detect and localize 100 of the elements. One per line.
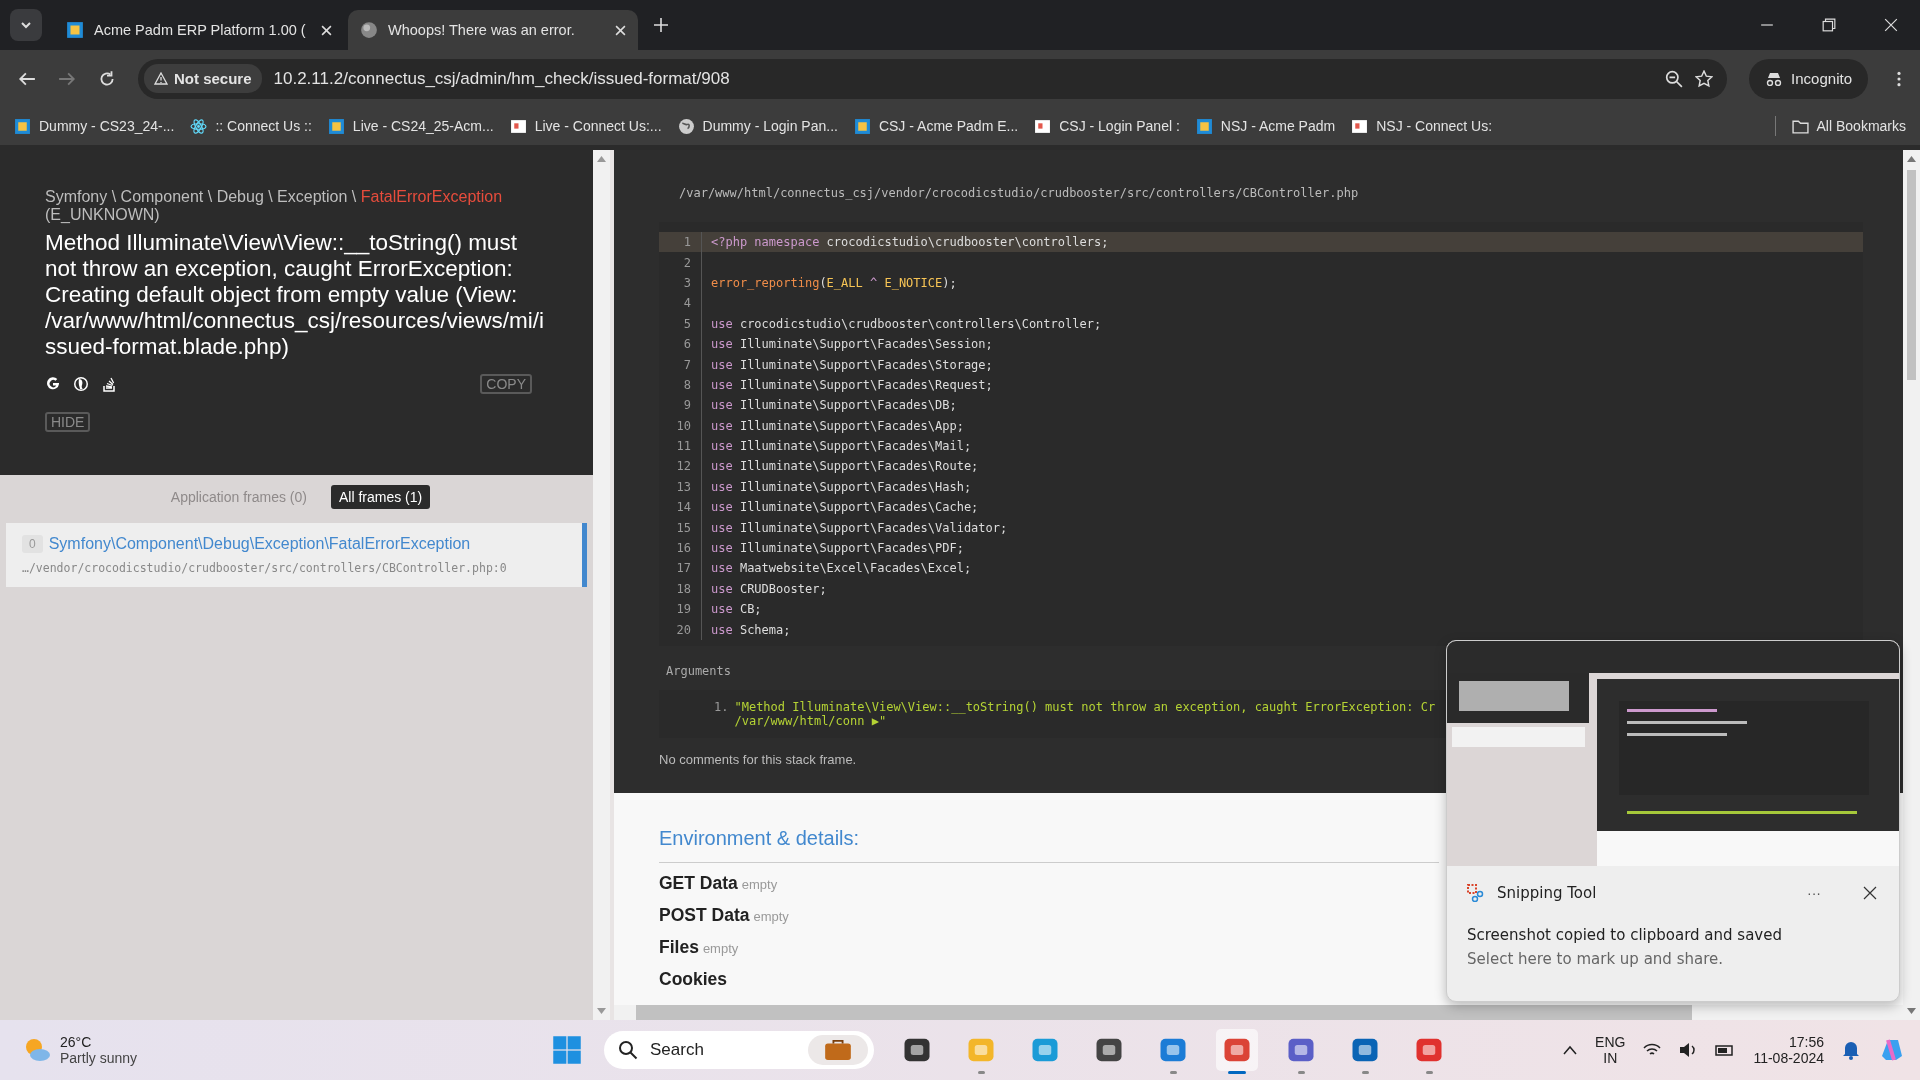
globe-icon — [677, 117, 695, 135]
scroll-up-icon[interactable] — [1907, 156, 1916, 162]
app-icon — [66, 21, 84, 39]
line-number: 10 — [659, 415, 702, 436]
new-tab-icon[interactable] — [654, 18, 668, 32]
google-icon[interactable] — [45, 376, 61, 392]
globe-icon — [360, 21, 378, 39]
page-icon — [1351, 117, 1369, 135]
scrollbar[interactable] — [614, 1005, 1903, 1020]
bookmark[interactable]: NSJ - Acme Padm — [1195, 117, 1336, 135]
stack-icon[interactable] — [101, 376, 117, 392]
clock[interactable]: 17:56 11-08-2024 — [1753, 1034, 1824, 1066]
section-title: POST Data — [659, 905, 750, 926]
list-marker: 1. — [714, 699, 729, 716]
argument-value: "Method Illuminate\View\View::__toString() must not throw an exception, caught ErrorException: Cr — [734, 699, 1436, 714]
code-line: use Maatwebsite\Excel\Facades\Excel; — [711, 561, 972, 576]
more-button[interactable]: ··· — [1801, 884, 1827, 902]
line-number: 16 — [659, 537, 702, 559]
incognito-icon — [1765, 71, 1784, 86]
code-line: use Illuminate\Support\Facades\Hash; — [711, 479, 972, 494]
line-number: 18 — [659, 578, 702, 600]
close-icon[interactable] — [1863, 886, 1877, 900]
line-number: 6 — [659, 333, 702, 355]
copy-button[interactable]: COPY — [480, 374, 532, 394]
bookmark[interactable]: Dummy - CS23_24-... — [14, 117, 175, 135]
bookmark[interactable]: Live - CS24_25-Acm... — [327, 117, 494, 135]
wifi-icon[interactable] — [1643, 1042, 1662, 1058]
start-icon[interactable] — [552, 1035, 582, 1065]
line-number: 20 — [659, 619, 702, 640]
scrollbar[interactable] — [1903, 150, 1920, 1020]
code-line: use crocodicstudio\crudbooster\controllers\Controller; — [711, 316, 1102, 331]
line-number: 9 — [659, 395, 702, 416]
restore-icon[interactable] — [1822, 18, 1836, 32]
bookmark[interactable]: Dummy - Login Pan... — [677, 117, 838, 135]
notification[interactable]: Snipping Tool ··· Screenshot copied to clipboard and saved Select here to mark up and share. — [1446, 640, 1900, 1002]
zoom-icon[interactable] — [1665, 69, 1684, 88]
code-line: use CB; — [711, 602, 762, 617]
section-heading: Environment & details: — [659, 827, 1439, 863]
all-bookmarks-link[interactable]: All Bookmarks — [1791, 117, 1906, 135]
hide-button[interactable]: HIDE — [45, 412, 91, 432]
browser-tab[interactable]: Whoops! There was an error. — [348, 10, 638, 50]
comments-note: No comments for this stack frame. — [659, 751, 858, 767]
frame-filter-tab[interactable]: All frames (1) — [330, 485, 431, 509]
chevron-up-icon[interactable] — [1563, 1045, 1578, 1055]
app-icon — [14, 117, 31, 135]
line-number: 3 — [659, 272, 702, 294]
bookmark[interactable]: CSJ - Acme Padm E... — [853, 117, 1019, 135]
app-icon — [327, 117, 345, 135]
code-line: use Illuminate\Support\Facades\App; — [711, 418, 964, 433]
battery-icon[interactable] — [1715, 1042, 1736, 1058]
code-line: use CRUDBooster; — [711, 581, 827, 596]
line-number: 2 — [659, 252, 702, 273]
speaker-icon[interactable] — [1679, 1042, 1698, 1058]
code-line: error_reporting(E_ALL ^ E_NOTICE); — [711, 275, 957, 290]
scroll-down-icon[interactable] — [1907, 1008, 1916, 1014]
code-line: use Illuminate\Support\Facades\Request; — [711, 377, 993, 392]
weather-text: Partly sunny — [60, 1050, 138, 1066]
address-bar[interactable]: Not secure 10.2.11.2/connectus_csj/admin/hm_check/issued-format/908 — [138, 58, 1728, 99]
scroll-thumb[interactable] — [1907, 170, 1916, 380]
frame-path: …/vendor/crocodicstudio/crudbooster/src/controllers/CBController.php:0 — [22, 561, 508, 575]
security-chip[interactable]: Not secure — [144, 64, 262, 93]
app-icon — [853, 117, 871, 135]
line-number: 13 — [659, 476, 702, 498]
code-line: use Illuminate\Support\Facades\Storage; — [711, 357, 993, 372]
code-line: use Illuminate\Support\Facades\Session; — [711, 337, 993, 352]
bookmark[interactable]: Live - Connect Us:... — [509, 117, 662, 135]
notification-title: Screenshot copied to clipboard and saved — [1467, 926, 1783, 944]
argument-value: /var/www/html/conn ▶" — [734, 713, 887, 728]
scissors-icon — [1467, 884, 1485, 902]
reload-icon[interactable] — [98, 69, 116, 88]
line-number: 7 — [659, 354, 702, 375]
code-line: use Illuminate\Support\Facades\PDF; — [711, 541, 964, 556]
code-line: use Illuminate\Support\Facades\Cache; — [711, 500, 979, 515]
exception-code: (E_UNKNOWN) — [45, 206, 161, 224]
duck-icon[interactable] — [73, 376, 89, 392]
browser-tab[interactable]: Acme Padm ERP Platform 1.00 ( — [54, 10, 344, 50]
code-line: use Illuminate\Support\Facades\Mail; — [711, 439, 972, 454]
star-icon[interactable] — [1695, 69, 1714, 88]
security-label: Not secure — [174, 70, 252, 87]
language-indicator[interactable]: ENG IN — [1595, 1034, 1626, 1066]
search-field[interactable]: Search — [604, 1031, 874, 1069]
empty-note: empty — [702, 941, 739, 956]
frame-index: 0 — [22, 535, 43, 553]
app-name: Snipping Tool — [1497, 884, 1597, 902]
tab-search-button[interactable] — [10, 9, 42, 41]
profile-button[interactable]: Incognito — [1749, 58, 1868, 99]
bell-icon[interactable] — [1842, 1040, 1860, 1060]
bookmark[interactable]: CSJ - Login Panel : — [1034, 117, 1180, 135]
line-number: 12 — [659, 456, 702, 477]
temperature: 26°C — [60, 1034, 93, 1050]
exception-class: Symfony \ Component \ Debug \ Exception \ FatalErrorException — [45, 188, 504, 206]
empty-note: empty — [741, 877, 778, 892]
line-number: 11 — [659, 435, 702, 457]
line-number: 14 — [659, 497, 702, 518]
briefcase-icon[interactable] — [808, 1035, 868, 1065]
atom-icon — [190, 117, 208, 135]
code-line: use Illuminate\Support\Facades\Route; — [711, 459, 979, 474]
bookmark[interactable]: :: Connect Us :: — [190, 117, 312, 135]
line-number: 5 — [659, 313, 702, 334]
bookmark[interactable]: NSJ - Connect Us: — [1351, 117, 1493, 135]
